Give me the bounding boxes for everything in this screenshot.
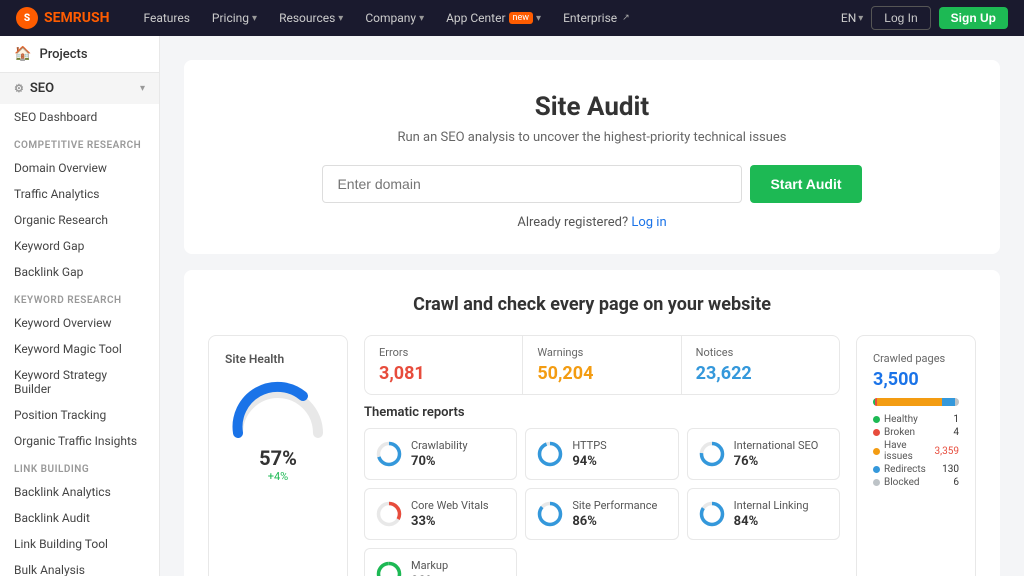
demo-heading: Crawl and check every page on your websi… — [208, 294, 976, 315]
thematic-mini-gauge — [698, 440, 726, 468]
sidebar-item-domain-overview[interactable]: Domain Overview — [0, 155, 159, 181]
link-building-label: LINK BUILDING — [0, 454, 159, 479]
crawled-pages-card: Crawled pages 3,500 Healthy1 Broken4 Have … — [856, 335, 976, 576]
gauge-change: +4% — [225, 470, 331, 483]
errors-row: Errors 3,081 Warnings 50,204 Notices 23,… — [364, 335, 840, 395]
crawled-title: Crawled pages — [873, 352, 959, 365]
sidebar-item-keyword-gap[interactable]: Keyword Gap — [0, 233, 159, 259]
thematic-mini-gauge — [536, 500, 564, 528]
chevron-down-icon: ▾ — [140, 83, 145, 94]
thematic-card[interactable]: Markup 99% — [364, 548, 517, 576]
right-side: Errors 3,081 Warnings 50,204 Notices 23,… — [364, 335, 840, 576]
gear-icon: ⚙ — [14, 82, 24, 95]
home-icon: 🏠 — [14, 46, 31, 62]
top-navigation: S SEMRUSH Features Pricing▾ Resources▾ C… — [0, 0, 1024, 36]
sidebar-item-seo-dashboard[interactable]: SEO Dashboard — [0, 104, 159, 130]
thematic-mini-gauge — [375, 500, 403, 528]
thematic-grid: Crawlability 70% HTTPS 94% International… — [364, 428, 840, 576]
thematic-card[interactable]: HTTPS 94% — [525, 428, 678, 480]
sidebar-item-bulk-analysis[interactable]: Bulk Analysis — [0, 557, 159, 576]
sidebar-item-position-tracking[interactable]: Position Tracking — [0, 402, 159, 428]
competitive-research-label: COMPETITIVE RESEARCH — [0, 130, 159, 155]
crawled-progress-bar — [873, 398, 959, 406]
nav-features[interactable]: Features — [133, 0, 199, 36]
thematic-card[interactable]: Internal Linking 84% — [687, 488, 840, 540]
thematic-mini-gauge — [536, 440, 564, 468]
projects-label: Projects — [39, 47, 87, 62]
sidebar-item-keyword-strategy-builder[interactable]: Keyword Strategy Builder — [0, 362, 159, 402]
logo[interactable]: S SEMRUSH — [16, 7, 109, 29]
warnings-box: Warnings 50,204 — [523, 336, 680, 394]
legend-row: Healthy1 — [873, 414, 959, 425]
thematic-mini-gauge — [375, 440, 403, 468]
nav-pricing[interactable]: Pricing▾ — [202, 0, 267, 36]
sidebar-item-keyword-magic-tool[interactable]: Keyword Magic Tool — [0, 336, 159, 362]
sidebar-seo[interactable]: ⚙ SEO ▾ — [0, 73, 159, 104]
notices-box: Notices 23,622 — [682, 336, 839, 394]
gauge-svg — [228, 378, 328, 438]
sidebar-item-link-building-tool[interactable]: Link Building Tool — [0, 531, 159, 557]
sidebar-projects[interactable]: 🏠 Projects — [0, 36, 159, 73]
sidebar-item-backlink-gap[interactable]: Backlink Gap — [0, 259, 159, 285]
crawled-legend: Healthy1 Broken4 Have issues3,359 Redirects… — [873, 414, 959, 488]
domain-input[interactable] — [322, 165, 742, 203]
hero-form: Start Audit — [204, 165, 980, 203]
thematic-card[interactable]: International SEO 76% — [687, 428, 840, 480]
hero-section: Site Audit Run an SEO analysis to uncove… — [184, 60, 1000, 254]
sidebar-item-backlink-analytics[interactable]: Backlink Analytics — [0, 479, 159, 505]
sidebar-item-keyword-overview[interactable]: Keyword Overview — [0, 310, 159, 336]
logo-icon: S — [16, 7, 38, 29]
gauge-percent: 57% — [225, 446, 331, 470]
page-title: Site Audit — [204, 92, 980, 122]
nav-right: EN▾ Log In Sign Up — [841, 6, 1008, 30]
language-selector[interactable]: EN▾ — [841, 11, 863, 25]
notices-value: 23,622 — [696, 363, 825, 384]
signup-button[interactable]: Sign Up — [939, 7, 1008, 29]
thematic-mini-gauge — [698, 500, 726, 528]
sidebar: 🏠 Projects ⚙ SEO ▾ SEO Dashboard COMPETI… — [0, 36, 160, 576]
nav-enterprise[interactable]: Enterprise↗ — [553, 0, 640, 36]
gauge-container — [228, 378, 328, 438]
demo-grid: Site Health 57% +4% — [208, 335, 976, 576]
health-title: Site Health — [225, 352, 331, 366]
sidebar-item-organic-traffic-insights[interactable]: Organic Traffic Insights — [0, 428, 159, 454]
nav-resources[interactable]: Resources▾ — [269, 0, 353, 36]
demo-section: Crawl and check every page on your websi… — [184, 270, 1000, 576]
gauge-text: 57% +4% — [225, 446, 331, 483]
legend-row: Have issues3,359 — [873, 440, 959, 462]
nav-app-center[interactable]: App Centernew▾ — [436, 0, 551, 36]
crawled-value: 3,500 — [873, 369, 959, 390]
main-content: Site Audit Run an SEO analysis to uncove… — [160, 36, 1024, 576]
thematic-mini-gauge — [375, 560, 403, 576]
hero-subtitle: Run an SEO analysis to uncover the highe… — [204, 130, 980, 145]
thematic-card[interactable]: Site Performance 86% — [525, 488, 678, 540]
sidebar-item-traffic-analytics[interactable]: Traffic Analytics — [0, 181, 159, 207]
thematic-card[interactable]: Core Web Vitals 33% — [364, 488, 517, 540]
legend-row: Blocked6 — [873, 477, 959, 488]
warnings-value: 50,204 — [537, 363, 666, 384]
keyword-research-label: KEYWORD RESEARCH — [0, 285, 159, 310]
nav-company[interactable]: Company▾ — [355, 0, 434, 36]
nav-links: Features Pricing▾ Resources▾ Company▾ Ap… — [133, 0, 840, 36]
thematic-title: Thematic reports — [364, 405, 840, 420]
thematic-card[interactable]: Crawlability 70% — [364, 428, 517, 480]
hero-login-link[interactable]: Log in — [631, 215, 666, 230]
legend-row: Broken4 — [873, 427, 959, 438]
sidebar-item-backlink-audit[interactable]: Backlink Audit — [0, 505, 159, 531]
site-health-card: Site Health 57% +4% — [208, 335, 348, 576]
errors-value: 3,081 — [379, 363, 508, 384]
thematic-section: Thematic reports Crawlability 70% HTTPS … — [364, 405, 840, 576]
layout: 🏠 Projects ⚙ SEO ▾ SEO Dashboard COMPETI… — [0, 36, 1024, 576]
legend-row: Redirects130 — [873, 464, 959, 475]
hero-login-prompt: Already registered? Log in — [204, 215, 980, 230]
errors-box: Errors 3,081 — [365, 336, 522, 394]
start-audit-button[interactable]: Start Audit — [750, 165, 861, 203]
sidebar-item-organic-research[interactable]: Organic Research — [0, 207, 159, 233]
login-button[interactable]: Log In — [871, 6, 930, 30]
